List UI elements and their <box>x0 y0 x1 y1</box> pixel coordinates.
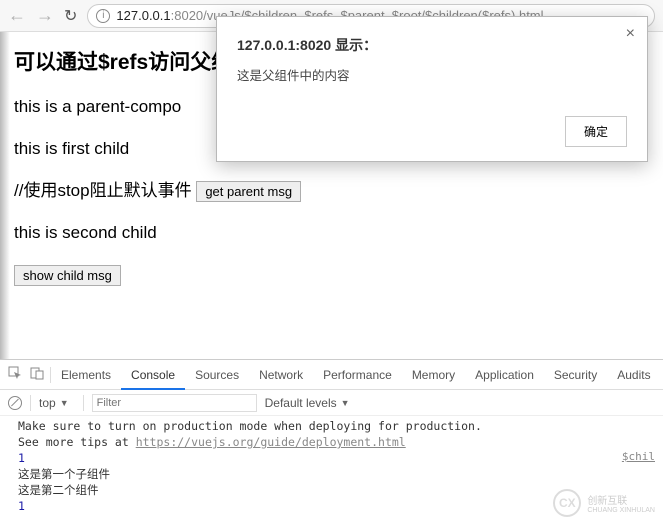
forward-icon[interactable]: → <box>36 5 54 26</box>
watermark-subtext: CHUANG XINHULAN <box>587 507 655 514</box>
dialog-title: 127.0.0.1:8020 显示： <box>237 35 627 55</box>
get-parent-msg-button[interactable]: get parent msg <box>196 181 301 202</box>
chevron-down-icon: ▼ <box>341 398 350 408</box>
console-link[interactable]: https://vuejs.org/guide/deployment.html <box>136 435 406 449</box>
dialog-ok-button[interactable]: 确定 <box>565 116 627 147</box>
console-text: See more tips at <box>18 435 136 449</box>
tab-audits[interactable]: Audits <box>607 360 660 390</box>
tab-performance[interactable]: Performance <box>313 360 402 390</box>
filter-input[interactable] <box>92 394 257 412</box>
log-levels-selector[interactable]: Default levels ▼ <box>265 396 350 410</box>
levels-label: Default levels <box>265 396 337 410</box>
console-source-link[interactable]: $chil <box>622 450 655 463</box>
watermark-text: 创新互联 <box>587 492 655 507</box>
watermark: CX 创新互联 CHUANG XINHULAN <box>553 489 655 517</box>
device-icon[interactable] <box>28 366 46 383</box>
site-info-icon[interactable]: i <box>96 9 110 23</box>
chevron-down-icon: ▼ <box>60 398 69 408</box>
console-line: Make sure to turn on production mode whe… <box>18 418 663 434</box>
context-selector[interactable]: top ▼ <box>39 396 75 410</box>
context-label: top <box>39 396 56 410</box>
tab-sources[interactable]: Sources <box>185 360 249 390</box>
tab-security[interactable]: Security <box>544 360 607 390</box>
tab-elements[interactable]: Elements <box>51 360 121 390</box>
second-child-text: this is second child <box>14 221 649 245</box>
divider <box>83 395 84 411</box>
dialog-message: 这是父组件中的内容 <box>237 65 627 84</box>
url-port: :8020 <box>171 8 204 23</box>
divider <box>30 395 31 411</box>
inspect-icon[interactable] <box>6 366 24 383</box>
tab-memory[interactable]: Memory <box>402 360 465 390</box>
watermark-logo: CX <box>553 489 581 517</box>
clear-console-icon[interactable] <box>8 396 22 410</box>
console-line: See more tips at https://vuejs.org/guide… <box>18 434 663 450</box>
devtools-tabs: Elements Console Sources Network Perform… <box>0 360 663 390</box>
stop-comment-text: //使用stop阻止默认事件 <box>14 179 192 203</box>
console-line: 1 <box>18 450 663 466</box>
tab-application[interactable]: Application <box>465 360 544 390</box>
reload-icon[interactable]: ↻ <box>64 6 77 26</box>
tab-network[interactable]: Network <box>249 360 313 390</box>
console-filter-bar: top ▼ Default levels ▼ <box>0 390 663 416</box>
alert-dialog: × 127.0.0.1:8020 显示： 这是父组件中的内容 确定 <box>216 16 648 162</box>
back-icon[interactable]: ← <box>8 5 26 26</box>
close-icon[interactable]: × <box>626 25 635 43</box>
tab-console[interactable]: Console <box>121 360 185 390</box>
url-host: 127.0.0.1 <box>116 8 170 23</box>
show-child-msg-button[interactable]: show child msg <box>14 265 121 286</box>
console-line: 这是第一个子组件 <box>18 466 663 482</box>
